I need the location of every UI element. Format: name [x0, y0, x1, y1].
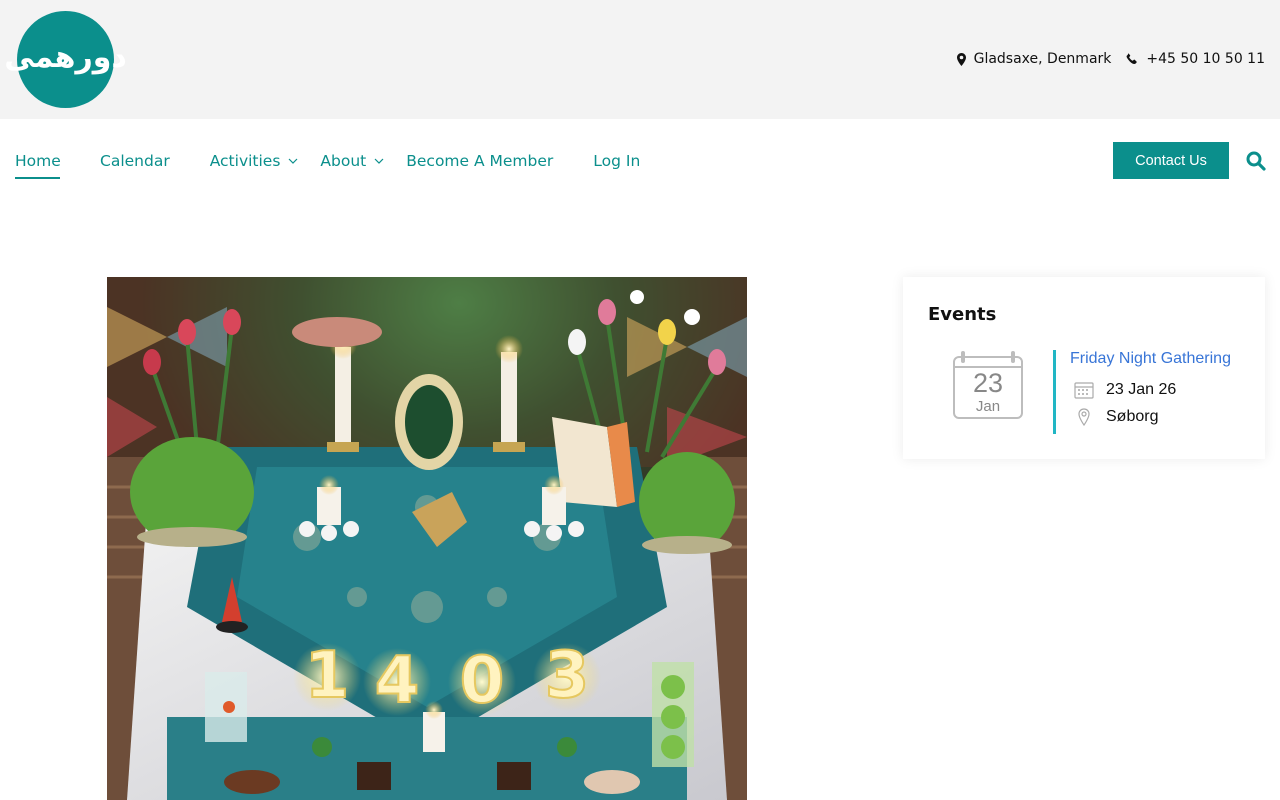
nav-item-label: Log In [593, 151, 641, 170]
event-month: Jan [975, 398, 1001, 415]
event-location-row: Søborg [1074, 408, 1158, 426]
nav-item-label: About [320, 151, 367, 170]
nav-item-label: Home [15, 151, 61, 170]
nav-item-label: Calendar [100, 151, 170, 170]
search-button[interactable] [1246, 151, 1266, 171]
event-location-text: Søborg [1106, 408, 1159, 425]
event-date-text: 23 Jan 26 [1106, 381, 1177, 398]
nav-item-login[interactable]: Log In [593, 142, 640, 179]
events-widget: Events 23 Jan Friday Night Gathering 23 … [903, 277, 1265, 459]
hero-image: 1 4 0 3 [107, 277, 747, 800]
light-digit: 0 [460, 644, 505, 718]
chevron-down-icon [374, 158, 384, 164]
top-bar: دورهمی Gladsaxe, Denmark +45 50 10 50 11 [0, 0, 1280, 119]
contact-info: Gladsaxe, Denmark +45 50 10 50 11 [956, 48, 1265, 70]
nav-item-label: Become A Member [406, 151, 554, 170]
location-text: Gladsaxe, Denmark [973, 51, 1112, 67]
phone-info[interactable]: +45 50 10 50 11 [1126, 51, 1265, 67]
event-date-badge: 23 Jan [953, 351, 1023, 419]
nav-item-label: Activities [209, 151, 281, 170]
map-marker-icon [956, 52, 966, 66]
event-date-row: 23 Jan 26 [1074, 381, 1176, 399]
light-digit: 1 [305, 639, 350, 713]
nav-item-calendar[interactable]: Calendar [100, 142, 170, 179]
event-title-link[interactable]: Friday Night Gathering [1070, 350, 1231, 368]
light-digit: 3 [545, 639, 590, 713]
nav-item-activities[interactable]: Activities [210, 142, 299, 179]
light-digit: 4 [375, 644, 420, 718]
haft-seen-photo: 1 4 0 3 [107, 277, 747, 800]
events-title: Events [928, 304, 997, 325]
calendar-icon [1074, 382, 1094, 399]
phone-icon [1126, 53, 1138, 65]
event-day: 23 [972, 368, 1004, 398]
event-divider [1053, 350, 1056, 434]
nav-item-about[interactable]: About [320, 142, 384, 179]
location-info: Gladsaxe, Denmark [956, 51, 1112, 67]
chevron-down-icon [288, 158, 298, 164]
main-nav: Home Calendar Activities About Become A … [15, 142, 640, 179]
site-logo[interactable]: دورهمی [4, 11, 127, 108]
contact-us-button[interactable]: Contact Us [1113, 142, 1229, 179]
search-icon [1246, 151, 1266, 171]
nav-item-become-member[interactable]: Become A Member [406, 142, 553, 179]
logo-text: دورهمی [4, 39, 127, 75]
nav-item-home[interactable]: Home [15, 144, 61, 179]
location-pin-icon [1078, 408, 1090, 426]
phone-text: +45 50 10 50 11 [1146, 51, 1265, 67]
